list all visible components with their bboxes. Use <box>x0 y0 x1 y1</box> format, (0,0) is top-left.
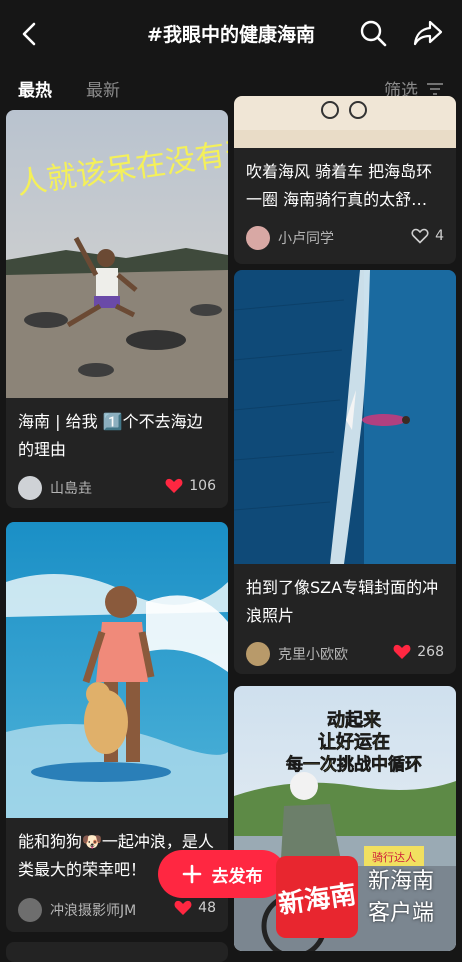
avatar <box>18 476 42 500</box>
overlay-line3: 每一次挑战中循环 <box>286 754 422 775</box>
like-button[interactable]: 106 <box>165 478 216 494</box>
search-icon[interactable] <box>358 18 388 48</box>
avatar <box>246 642 270 666</box>
tab-new[interactable]: 最新 <box>86 76 120 101</box>
publish-button[interactable]: 去发布 <box>158 850 286 898</box>
badge-text: 骑行达人 <box>372 851 416 864</box>
heart-filled-icon <box>165 478 183 493</box>
post-image-dog-surf <box>6 522 228 818</box>
like-count: 4 <box>435 228 444 244</box>
post-card[interactable]: 人就该呆在没有天花板的地方 海南 | 给我 1️⃣个不去海边的理由 山島垚 10… <box>6 110 228 508</box>
post-image-beach-jump: 人就该呆在没有天花板的地方 <box>6 110 228 398</box>
like-button[interactable]: 4 <box>411 228 444 244</box>
watermark-text: 新海南 客户端 <box>368 866 434 930</box>
author-name: 山島垚 <box>50 481 92 497</box>
watermark-line1: 新海南 <box>368 869 435 894</box>
like-count: 48 <box>198 900 216 916</box>
app-logo: 新海南 <box>276 856 358 938</box>
overlay-line2: 让好运在 <box>318 731 390 753</box>
post-author[interactable]: 山島垚 <box>18 476 92 500</box>
like-count: 268 <box>417 644 444 660</box>
avatar <box>18 898 42 922</box>
post-card[interactable]: 拍到了像SZA专辑封面的冲浪照片 克里小欧欧 268 <box>234 270 456 674</box>
post-caption: 拍到了像SZA专辑封面的冲浪照片 <box>246 578 439 625</box>
post-image-bike-road <box>234 96 456 148</box>
author-name: 小卢同学 <box>278 231 334 247</box>
like-button[interactable]: 268 <box>393 644 444 660</box>
share-icon[interactable] <box>412 18 444 48</box>
post-author[interactable]: 克里小欧欧 <box>246 642 348 666</box>
publish-label: 去发布 <box>211 866 263 887</box>
heart-outline-icon <box>411 228 429 244</box>
post-caption: 吹着海风 骑着车 把海岛环一圈 海南骑行真的太舒… <box>246 162 433 209</box>
watermark-line2: 客户端 <box>368 901 435 926</box>
like-count: 106 <box>189 478 216 494</box>
post-card[interactable]: 吹着海风 骑着车 把海岛环一圈 海南骑行真的太舒… 小卢同学 4 <box>234 96 456 264</box>
post-image-surf-aerial <box>234 270 456 564</box>
heart-filled-icon <box>393 644 411 659</box>
filter-icon <box>427 82 443 95</box>
post-card[interactable] <box>6 942 228 962</box>
author-name: 克里小欧欧 <box>278 647 348 663</box>
tab-hot[interactable]: 最热 <box>18 76 52 101</box>
page-title: #我眼中的健康海南 <box>147 24 315 46</box>
top-bar: #我眼中的健康海南 <box>0 0 462 66</box>
avatar <box>246 226 270 250</box>
heart-filled-icon <box>174 900 192 915</box>
plus-icon <box>182 864 201 884</box>
like-button[interactable]: 48 <box>174 900 216 916</box>
author-name: 冲浪摄影师JM <box>50 903 137 919</box>
post-caption: 海南 | 给我 1️⃣个不去海边的理由 <box>18 412 203 459</box>
post-author[interactable]: 冲浪摄影师JM <box>18 898 136 922</box>
overlay-line1: 动起来 <box>327 709 382 731</box>
post-author[interactable]: 小卢同学 <box>246 226 334 250</box>
